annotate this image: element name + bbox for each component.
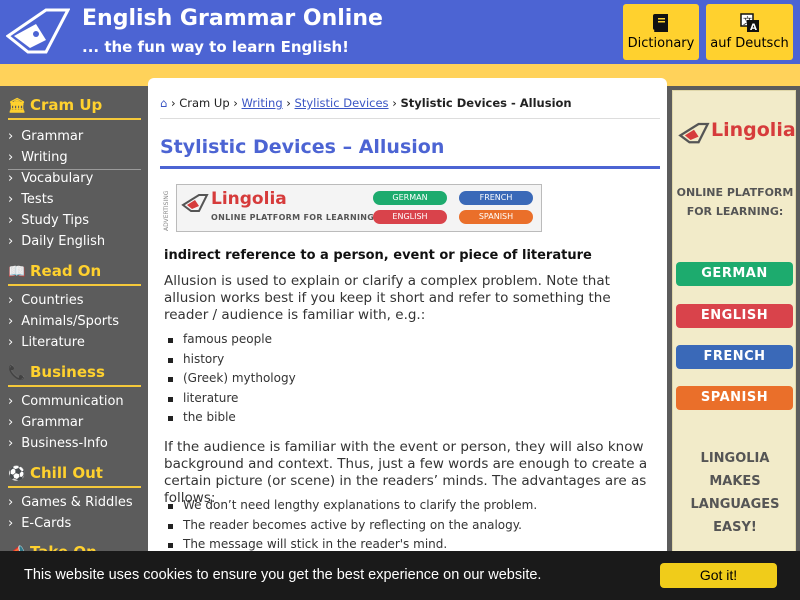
ad-german-button[interactable]: GERMAN — [373, 191, 447, 205]
ad-english-button[interactable]: ENGLISH — [373, 210, 447, 224]
list-item: the bible — [168, 408, 296, 428]
lingolia-ad-banner[interactable]: Lingolia ONLINE PLATFORM FOR LEARNING GE… — [176, 184, 542, 232]
sidebar-section-read-on[interactable]: 📖 Read On — [8, 262, 141, 286]
soccer-ball-icon: ⚽ — [8, 466, 26, 482]
sidebar-section-chill-out[interactable]: ⚽ Chill Out — [8, 464, 141, 488]
sidebar-item-daily-english[interactable]: Daily English — [8, 234, 141, 254]
sidebar-item-literature[interactable]: Literature — [8, 335, 141, 355]
side-ad-english-button[interactable]: ENGLISH — [676, 304, 793, 328]
ad-brand: Lingolia — [211, 189, 287, 209]
sidebar-item-countries[interactable]: Countries — [8, 293, 141, 313]
breadcrumb-divider — [160, 118, 660, 119]
ad-spanish-button[interactable]: SPANISH — [459, 210, 533, 224]
sidebar-section-title: Cram Up — [30, 96, 103, 114]
book-icon: 📖 — [8, 264, 26, 280]
page-title: Stylistic Devices – Allusion — [160, 136, 445, 158]
breadcrumb-link-stylistic-devices[interactable]: Stylistic Devices — [295, 96, 389, 110]
breadcrumb: ⌂ › Cram Up › Writing › Stylistic Device… — [160, 96, 572, 110]
breadcrumb-current: Stylistic Devices - Allusion — [400, 96, 572, 110]
side-ad-tagline-line1: ONLINE PLATFORM — [676, 186, 794, 199]
sidebar-item-writing[interactable]: Writing — [8, 150, 141, 170]
side-ad-brand: Lingolia — [711, 119, 796, 141]
title-divider — [160, 166, 660, 169]
sidebar-section-title: Business — [30, 363, 105, 381]
site-logo-icon[interactable] — [6, 6, 70, 56]
auf-deutsch-button[interactable]: 文 A auf Deutsch — [706, 4, 793, 60]
home-icon[interactable]: ⌂ — [160, 96, 167, 110]
dictionary-label: Dictionary — [627, 36, 695, 51]
intro-paragraph: Allusion is used to explain or clarify a… — [164, 273, 611, 323]
side-ad-tagline-line2: FOR LEARNING: — [686, 205, 784, 218]
ad-label: ADVERTISING — [163, 190, 170, 231]
definition-subtitle: indirect reference to a person, event or… — [164, 248, 592, 263]
sidebar-section-cram-up[interactable]: 🏛 Cram Up — [8, 96, 141, 120]
main-content: ⌂ › Cram Up › Writing › Stylistic Device… — [148, 78, 667, 600]
sidebar-section-business[interactable]: 📞 Business — [8, 363, 141, 387]
breadcrumb-link-writing[interactable]: Writing — [242, 96, 283, 110]
left-sidebar: 🏛Cram Up Grammar Writing Vocabulary Test… — [0, 86, 148, 600]
cookie-consent-bar: This website uses cookies to ensure you … — [0, 551, 800, 600]
side-ad-german-button[interactable]: GERMAN — [676, 262, 793, 286]
svg-text:A: A — [750, 23, 757, 33]
side-ad-spanish-button[interactable]: SPANISH — [676, 386, 793, 410]
sidebar-item-animals-sports[interactable]: Animals/Sports — [8, 314, 141, 334]
dictionary-book-icon — [653, 14, 668, 32]
advantages-list: We don’t need lengthy explanations to cl… — [168, 496, 537, 555]
list-item: We don’t need lengthy explanations to cl… — [168, 496, 537, 516]
side-ad-tagline: ONLINE PLATFORM FOR LEARNING: — [673, 183, 797, 221]
slogan-line: MAKES — [709, 474, 761, 489]
sidebar-item-business-info[interactable]: Business-Info — [8, 436, 141, 456]
examples-list: famous people history (Greek) mythology … — [168, 330, 296, 428]
list-item: (Greek) mythology — [168, 369, 296, 389]
breadcrumb-item-cram-up: Cram Up — [179, 96, 230, 110]
sidebar-section-title: Read On — [30, 262, 102, 280]
cookie-message: This website uses cookies to ensure you … — [24, 567, 542, 583]
ad-french-button[interactable]: FRENCH — [459, 191, 533, 205]
lingolia-logo-icon — [181, 194, 209, 212]
list-item: literature — [168, 389, 296, 409]
list-item: famous people — [168, 330, 296, 350]
slogan-line: LANGUAGES — [690, 497, 780, 512]
site-tagline: ... the fun way to learn English! — [82, 38, 350, 56]
cookie-accept-button[interactable]: Got it! — [660, 563, 777, 588]
translate-icon: 文 A — [739, 13, 759, 33]
auf-deutsch-label: auf Deutsch — [710, 36, 789, 51]
site-title[interactable]: English Grammar Online — [82, 6, 383, 31]
bank-icon: 🏛 — [8, 98, 26, 114]
slogan-line: LINGOLIA — [700, 451, 770, 466]
phone-icon: 📞 — [8, 365, 26, 381]
lingolia-side-ad[interactable]: Lingolia ONLINE PLATFORM FOR LEARNING: G… — [672, 90, 796, 560]
side-ad-french-button[interactable]: FRENCH — [676, 345, 793, 369]
sidebar-item-study-tips[interactable]: Study Tips — [8, 213, 141, 233]
site-header: English Grammar Online ... the fun way t… — [0, 0, 800, 64]
dictionary-button[interactable]: Dictionary — [623, 4, 699, 60]
slogan-line: EASY! — [713, 520, 757, 535]
sidebar-item-e-cards[interactable]: E-Cards — [8, 516, 141, 536]
list-item: The reader becomes active by reflecting … — [168, 516, 537, 536]
sidebar-item-business-grammar[interactable]: Grammar — [8, 415, 141, 435]
sidebar-item-grammar[interactable]: Grammar — [8, 129, 141, 149]
sidebar-section-title: Chill Out — [30, 464, 103, 482]
list-item: history — [168, 350, 296, 370]
sidebar-item-communication[interactable]: Communication — [8, 394, 141, 414]
sidebar-item-games-riddles[interactable]: Games & Riddles — [8, 495, 141, 515]
side-ad-slogan: LINGOLIA MAKES LANGUAGES EASY! — [673, 447, 797, 539]
ad-subtitle: ONLINE PLATFORM FOR LEARNING — [211, 213, 375, 222]
sidebar-item-tests[interactable]: Tests — [8, 192, 141, 212]
sidebar-item-vocabulary[interactable]: Vocabulary — [8, 171, 141, 191]
lingolia-logo-icon — [678, 122, 710, 144]
